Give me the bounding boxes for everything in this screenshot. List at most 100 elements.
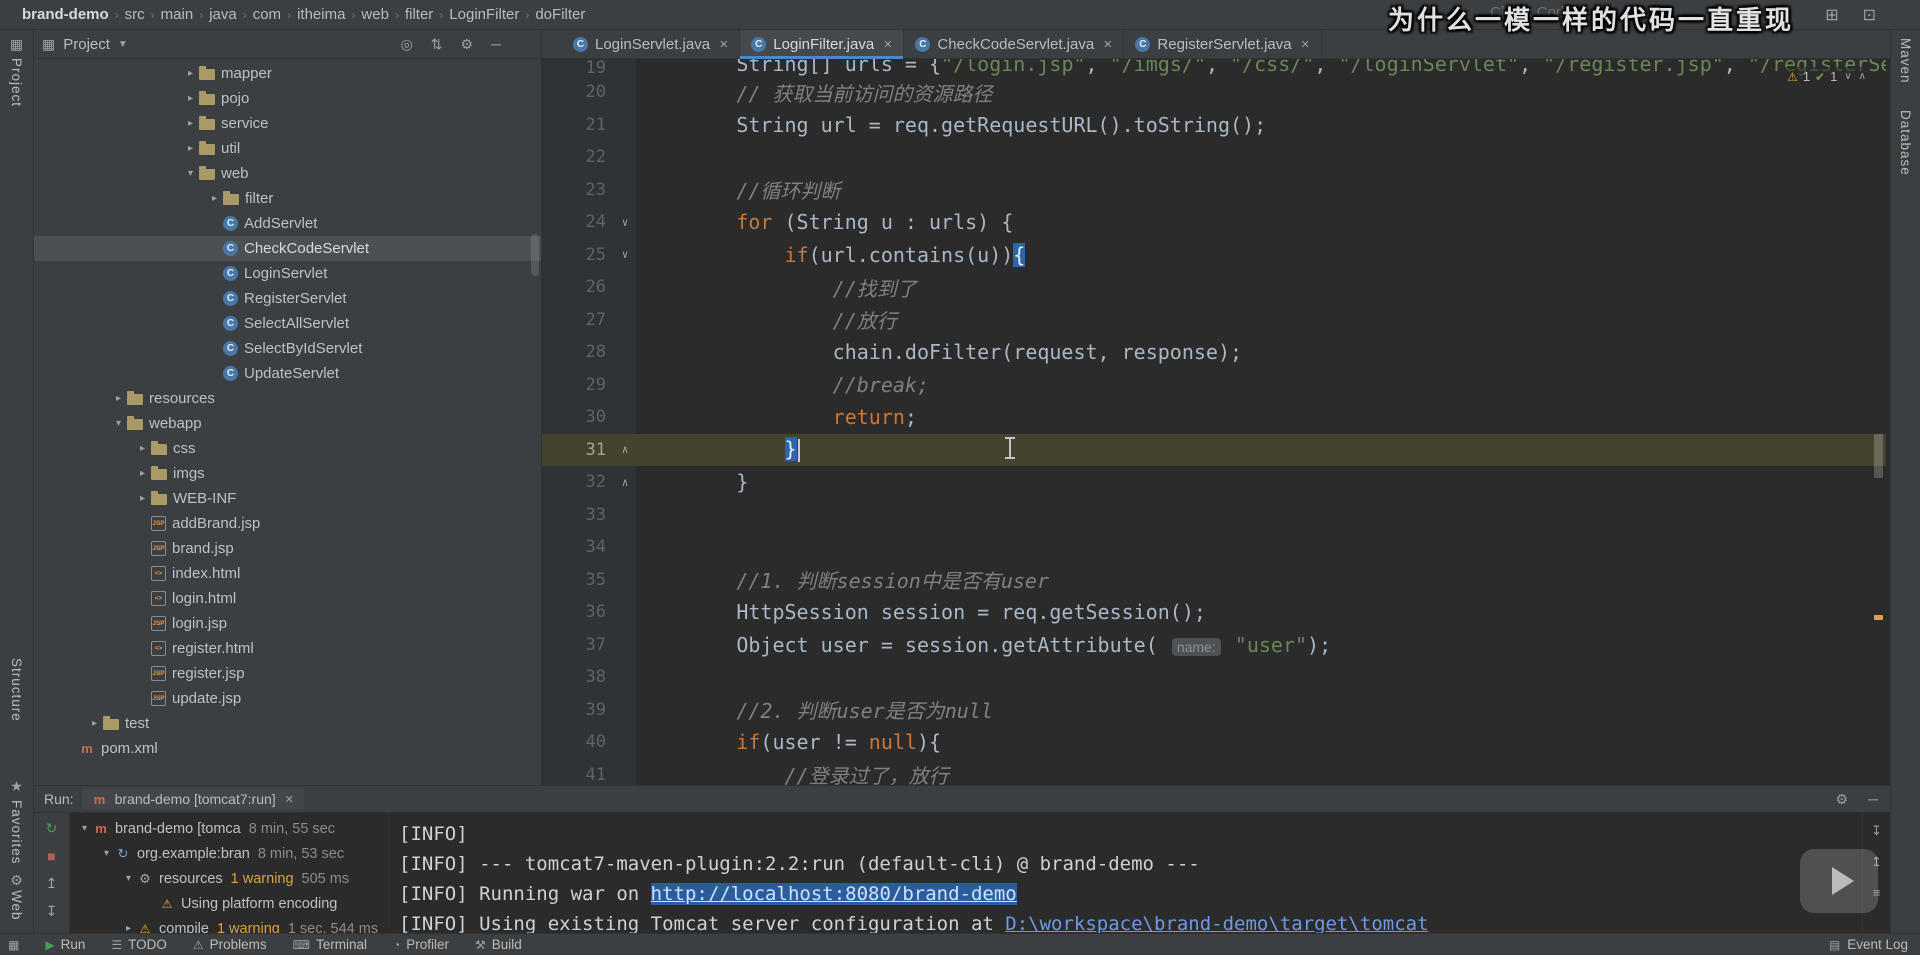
tree-item-selectallservlet[interactable]: C SelectAllServlet xyxy=(34,311,541,336)
breadcrumb-item[interactable]: LoginFilter xyxy=(449,6,519,23)
breadcrumb-item[interactable]: web xyxy=(361,6,389,23)
hide-icon[interactable]: ─ xyxy=(491,36,501,53)
statusbar-item-terminal[interactable]: ⌨ Terminal xyxy=(293,937,367,952)
code-text[interactable]: chain.doFilter(request, response); xyxy=(636,340,1886,364)
tree-item-resources[interactable]: ▸ resources xyxy=(34,386,541,411)
tree-item-register-jsp[interactable]: JSP register.jsp xyxy=(34,661,541,686)
code-text[interactable]: //break; xyxy=(636,373,1886,397)
presentation-icon[interactable]: ⊡ xyxy=(1863,5,1876,25)
next-highlight-icon[interactable]: ∨ xyxy=(1844,71,1851,82)
hide-panel-icon[interactable]: ─ xyxy=(1868,791,1878,808)
breadcrumb-item[interactable]: java xyxy=(209,6,237,23)
run-tree-item[interactable]: ⚠ Using plat­form encoding xyxy=(70,891,388,916)
tree-chevron-icon[interactable]: ▸ xyxy=(134,493,151,504)
toolwindow-maven[interactable]: Maven xyxy=(1898,38,1913,84)
tree-item-web[interactable]: ▾ web xyxy=(34,161,541,186)
tree-chevron-icon[interactable]: ▸ xyxy=(182,118,199,129)
toolwindow-project[interactable]: Project xyxy=(9,58,24,107)
tree-chevron-icon[interactable]: ▸ xyxy=(206,193,223,204)
breadcrumb-item[interactable]: itheima xyxy=(297,6,345,23)
tree-chevron-icon[interactable]: ▾ xyxy=(182,168,199,179)
inspection-widget[interactable]: ⚠ 1 ✔ 1 ∨ ∧ xyxy=(1783,67,1870,86)
code-text[interactable]: for (String u : urls) { xyxy=(636,210,1886,234)
tree-item-util[interactable]: ▸ util xyxy=(34,136,541,161)
share-screen-icon[interactable]: ⊞ xyxy=(1825,5,1838,25)
code-text[interactable]: // 获取当前访问的资源路径 xyxy=(636,78,1886,107)
project-view-label[interactable]: Project xyxy=(63,36,110,53)
toolwindow-database[interactable]: Database xyxy=(1898,110,1913,176)
code-text[interactable]: //2. 判断user是否为null xyxy=(636,695,1886,724)
editor-tab[interactable]: C CheckCodeServlet.java ✕ xyxy=(904,30,1125,58)
console-hyperlink[interactable]: http://localhost:8080/brand-demo xyxy=(650,883,1017,905)
run-configuration-tab[interactable]: m brand-demo [tomcat7:run] ✕ xyxy=(81,789,304,809)
run-tree-item[interactable]: ▾ m brand-demo [tomca 8 min, 55 sec xyxy=(70,816,388,841)
code-text[interactable]: } xyxy=(636,437,1886,463)
tree-item-service[interactable]: ▸ service xyxy=(34,111,541,136)
code-text[interactable]: //放行 xyxy=(636,305,1886,334)
toolwindow-favorites[interactable]: Favorites xyxy=(9,800,24,865)
code-text[interactable]: if(user != null){ xyxy=(636,730,1886,754)
breadcrumb-item[interactable]: brand-demo xyxy=(22,6,109,23)
tree-item-index-html[interactable]: <> index.html xyxy=(34,561,541,586)
scroll-down-icon[interactable]: ↧ xyxy=(46,903,58,920)
statusbar-item-profiler[interactable]: ◔ Profiler xyxy=(393,937,449,952)
tree-item-checkcodeservlet[interactable]: C CheckCodeServlet xyxy=(34,236,541,261)
editor-tab[interactable]: C LoginServlet.java ✕ xyxy=(562,30,741,58)
run-console[interactable]: [INFO] [INFO] --- tomcat7-maven-plugin:2.… xyxy=(389,813,1862,933)
chevron-down-icon[interactable]: ▼ xyxy=(118,39,128,50)
settings-icon[interactable]: ⚙ xyxy=(461,36,474,53)
tree-chevron-icon[interactable]: ▾ xyxy=(98,848,115,859)
tree-item-webapp[interactable]: ▾ webapp xyxy=(34,411,541,436)
collapse-all-icon[interactable]: ⇅ xyxy=(431,36,443,53)
editor-tab[interactable]: C RegisterServlet.java ✕ xyxy=(1124,30,1322,58)
tree-item-selectbyidservlet[interactable]: C SelectByIdServlet xyxy=(34,336,541,361)
settings-gear-icon[interactable]: ⚙ xyxy=(1836,791,1849,808)
breadcrumb-item[interactable]: src xyxy=(125,6,145,23)
warning-stripe-mark[interactable] xyxy=(1874,615,1883,620)
tree-item-update-jsp[interactable]: JSP update.jsp xyxy=(34,686,541,711)
code-text[interactable]: Object user = session.getAttribute( name… xyxy=(636,633,1886,657)
run-tree-item[interactable]: ▾ ↻ org.example:bran 8 min, 53 sec xyxy=(70,841,388,866)
statusbar-item-run[interactable]: ▶ Run xyxy=(45,937,85,952)
tab-close-icon[interactable]: ✕ xyxy=(1301,38,1310,51)
tab-close-icon[interactable]: ✕ xyxy=(719,38,728,51)
tree-chevron-icon[interactable]: ▸ xyxy=(86,718,103,729)
tree-item-registerservlet[interactable]: C RegisterServlet xyxy=(34,286,541,311)
run-tree-item[interactable]: ▸ ⚠ compile 1 warning 1 sec, 544 ms xyxy=(70,916,388,934)
tree-chevron-icon[interactable]: ▾ xyxy=(76,823,93,834)
code-text[interactable]: } xyxy=(636,470,1886,494)
fold-marker-icon[interactable]: ∨ xyxy=(614,206,636,239)
rerun-icon[interactable]: ↻ xyxy=(46,820,58,837)
tree-item-register-html[interactable]: <> register.html xyxy=(34,636,541,661)
breadcrumb-item[interactable]: main xyxy=(161,6,194,23)
fold-marker-icon[interactable]: ∧ xyxy=(614,466,636,499)
scroll-to-end-icon[interactable]: ↧ xyxy=(1871,823,1882,839)
code-editor[interactable]: 19 String[] urls = {"/login.jsp", "/imgs… xyxy=(542,59,1886,785)
tree-item-loginservlet[interactable]: C LoginServlet xyxy=(34,261,541,286)
tree-chevron-icon[interactable]: ▸ xyxy=(134,443,151,454)
toolwindow-web[interactable]: Web xyxy=(9,890,24,921)
tree-item-mapper[interactable]: ▸ mapper xyxy=(34,61,541,86)
code-text[interactable]: //找到了 xyxy=(636,273,1886,302)
tree-item-login-jsp[interactable]: JSP login.jsp xyxy=(34,611,541,636)
breadcrumb-item[interactable]: doFilter xyxy=(535,6,585,23)
tree-item-pom-xml[interactable]: m pom.xml xyxy=(34,736,541,761)
editor-tab[interactable]: C LoginFilter.java ✕ xyxy=(740,30,905,59)
tree-scrollbar[interactable] xyxy=(531,234,539,276)
tree-chevron-icon[interactable]: ▸ xyxy=(134,468,151,479)
breadcrumb-item[interactable]: com xyxy=(253,6,281,23)
code-text[interactable]: //登录过了，放行 xyxy=(636,760,1886,785)
code-text[interactable]: HttpSession session = req.getSession(); xyxy=(636,600,1886,624)
fold-marker-icon[interactable]: ∧ xyxy=(614,433,636,466)
prev-highlight-icon[interactable]: ∧ xyxy=(1859,71,1866,82)
stop-icon[interactable]: ■ xyxy=(47,848,55,864)
tree-item-test[interactable]: ▸ test xyxy=(34,711,541,736)
code-text[interactable]: String url = req.getRequestURL().toStrin… xyxy=(636,113,1886,137)
scroll-up-icon[interactable]: ↥ xyxy=(46,875,58,892)
locate-icon[interactable]: ◎ xyxy=(401,36,413,53)
code-text[interactable]: String[] urls = {"/login.jsp", "/imgs/",… xyxy=(636,59,1886,76)
close-icon[interactable]: ✕ xyxy=(285,793,294,806)
tree-chevron-icon[interactable]: ▸ xyxy=(182,143,199,154)
statusbar-event-log[interactable]: ▤ Event Log xyxy=(1829,937,1908,952)
tree-chevron-icon[interactable]: ▾ xyxy=(110,418,127,429)
